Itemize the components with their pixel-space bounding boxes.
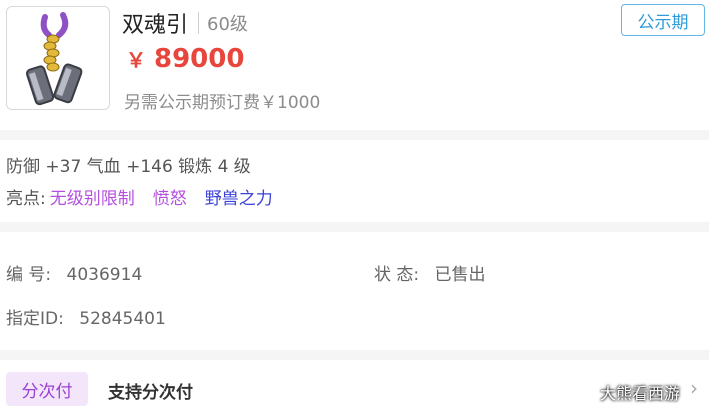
item-card[interactable]: 双魂引 60级 ￥ 89000 另需公示期预订费￥1000 公示期 bbox=[0, 0, 709, 130]
status-value: 已售出 bbox=[434, 265, 486, 285]
section-divider bbox=[0, 130, 709, 140]
chevron-right-icon[interactable]: › bbox=[690, 376, 698, 400]
weapon-item-icon[interactable] bbox=[6, 6, 110, 110]
designated-id-row: 指定ID: 52845401 bbox=[6, 304, 166, 329]
section-divider bbox=[0, 350, 709, 360]
highlights-label: 亮点: bbox=[6, 189, 46, 209]
title-separator bbox=[198, 12, 200, 34]
watermark: 大熊看西游 bbox=[600, 384, 681, 403]
serial-label: 编 号: bbox=[6, 265, 52, 285]
item-price: ￥ 89000 bbox=[126, 44, 244, 74]
section-divider bbox=[0, 222, 709, 232]
designated-id-value: 52845401 bbox=[79, 309, 166, 329]
serial-value: 4036914 bbox=[66, 265, 143, 285]
title-row: 双魂引 60级 bbox=[122, 6, 248, 40]
highlight-tag: 无级别限制 bbox=[49, 189, 135, 209]
preorder-fee-text: 另需公示期预订费￥1000 bbox=[124, 93, 321, 113]
status-label: 状 态: bbox=[374, 265, 420, 285]
highlight-tag: 野兽之力 bbox=[204, 189, 273, 209]
designated-id-label: 指定ID: bbox=[6, 309, 64, 329]
installment-tag: 分次付 bbox=[6, 372, 88, 406]
item-name: 双魂引 bbox=[122, 13, 189, 38]
attribute-line: 防御 +37 气血 +146 锻炼 4 级 bbox=[6, 157, 251, 177]
price-value: 89000 bbox=[154, 44, 245, 74]
serial-number-row: 编 号: 4036914 bbox=[6, 260, 142, 285]
highlight-tag: 愤怒 bbox=[152, 189, 187, 209]
item-level: 60级 bbox=[207, 14, 248, 35]
status-row: 状 态: 已售出 bbox=[374, 260, 486, 285]
installment-option[interactable]: 支持分次付 bbox=[108, 378, 193, 403]
highlights-row: 亮点: 无级别限制 愤怒 野兽之力 bbox=[6, 184, 291, 209]
currency-symbol: ￥ bbox=[126, 48, 146, 72]
public-period-tag: 公示期 bbox=[621, 4, 705, 36]
